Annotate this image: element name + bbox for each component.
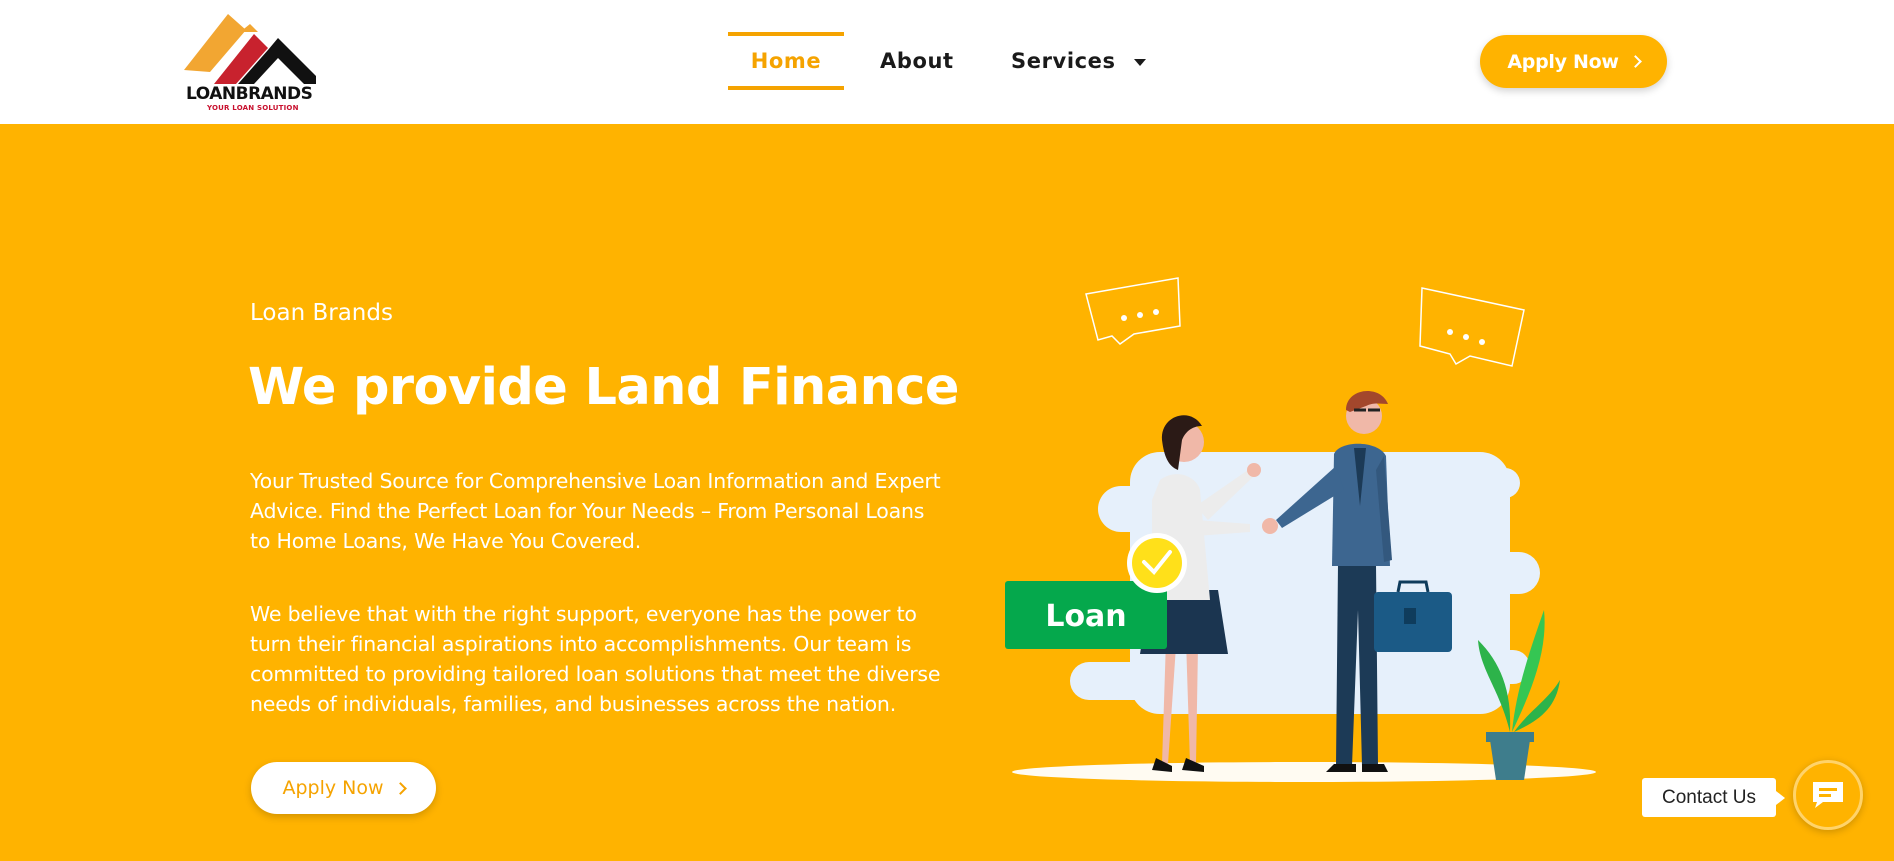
hero-paragraph-1: Your Trusted Source for Comprehensive Lo… bbox=[250, 469, 941, 553]
chat-icon bbox=[1813, 782, 1843, 808]
chevron-right-icon bbox=[393, 781, 407, 795]
logo-tagline: YOUR LOAN SOLUTION bbox=[207, 104, 299, 112]
contact-chat-button[interactable] bbox=[1793, 760, 1863, 830]
header-apply-now-label: Apply Now bbox=[1507, 50, 1619, 73]
check-badge-icon bbox=[1127, 533, 1187, 593]
nav-services[interactable]: Services bbox=[1011, 32, 1146, 90]
nav-home[interactable]: Home bbox=[728, 32, 844, 90]
hero-apply-now-button[interactable]: Apply Now bbox=[251, 762, 436, 814]
site-header: LOANBRANDS YOUR LOAN SOLUTION Home About… bbox=[0, 0, 1894, 124]
nav-services-label: Services bbox=[1011, 49, 1116, 73]
hero-title: We provide Land Finance bbox=[248, 358, 960, 417]
hero-eyebrow: Loan Brands bbox=[250, 300, 393, 326]
loan-sign-text: Loan bbox=[1045, 599, 1126, 634]
nav-about[interactable]: About bbox=[880, 32, 954, 90]
header-apply-now-button[interactable]: Apply Now bbox=[1480, 35, 1667, 88]
contact-us-label[interactable]: Contact Us bbox=[1642, 778, 1785, 817]
handshake-illustration: Loan bbox=[1005, 277, 1596, 782]
caret-down-icon bbox=[1133, 58, 1146, 66]
briefcase-icon bbox=[1374, 580, 1452, 652]
hero-paragraph-2: We believe that with the right support, … bbox=[250, 602, 941, 716]
speech-bubble-icon bbox=[1085, 277, 1525, 367]
hero-apply-now-label: Apply Now bbox=[282, 777, 384, 799]
chevron-right-icon bbox=[1628, 55, 1642, 68]
logo-wordmark: LOANBRANDS bbox=[186, 84, 313, 104]
